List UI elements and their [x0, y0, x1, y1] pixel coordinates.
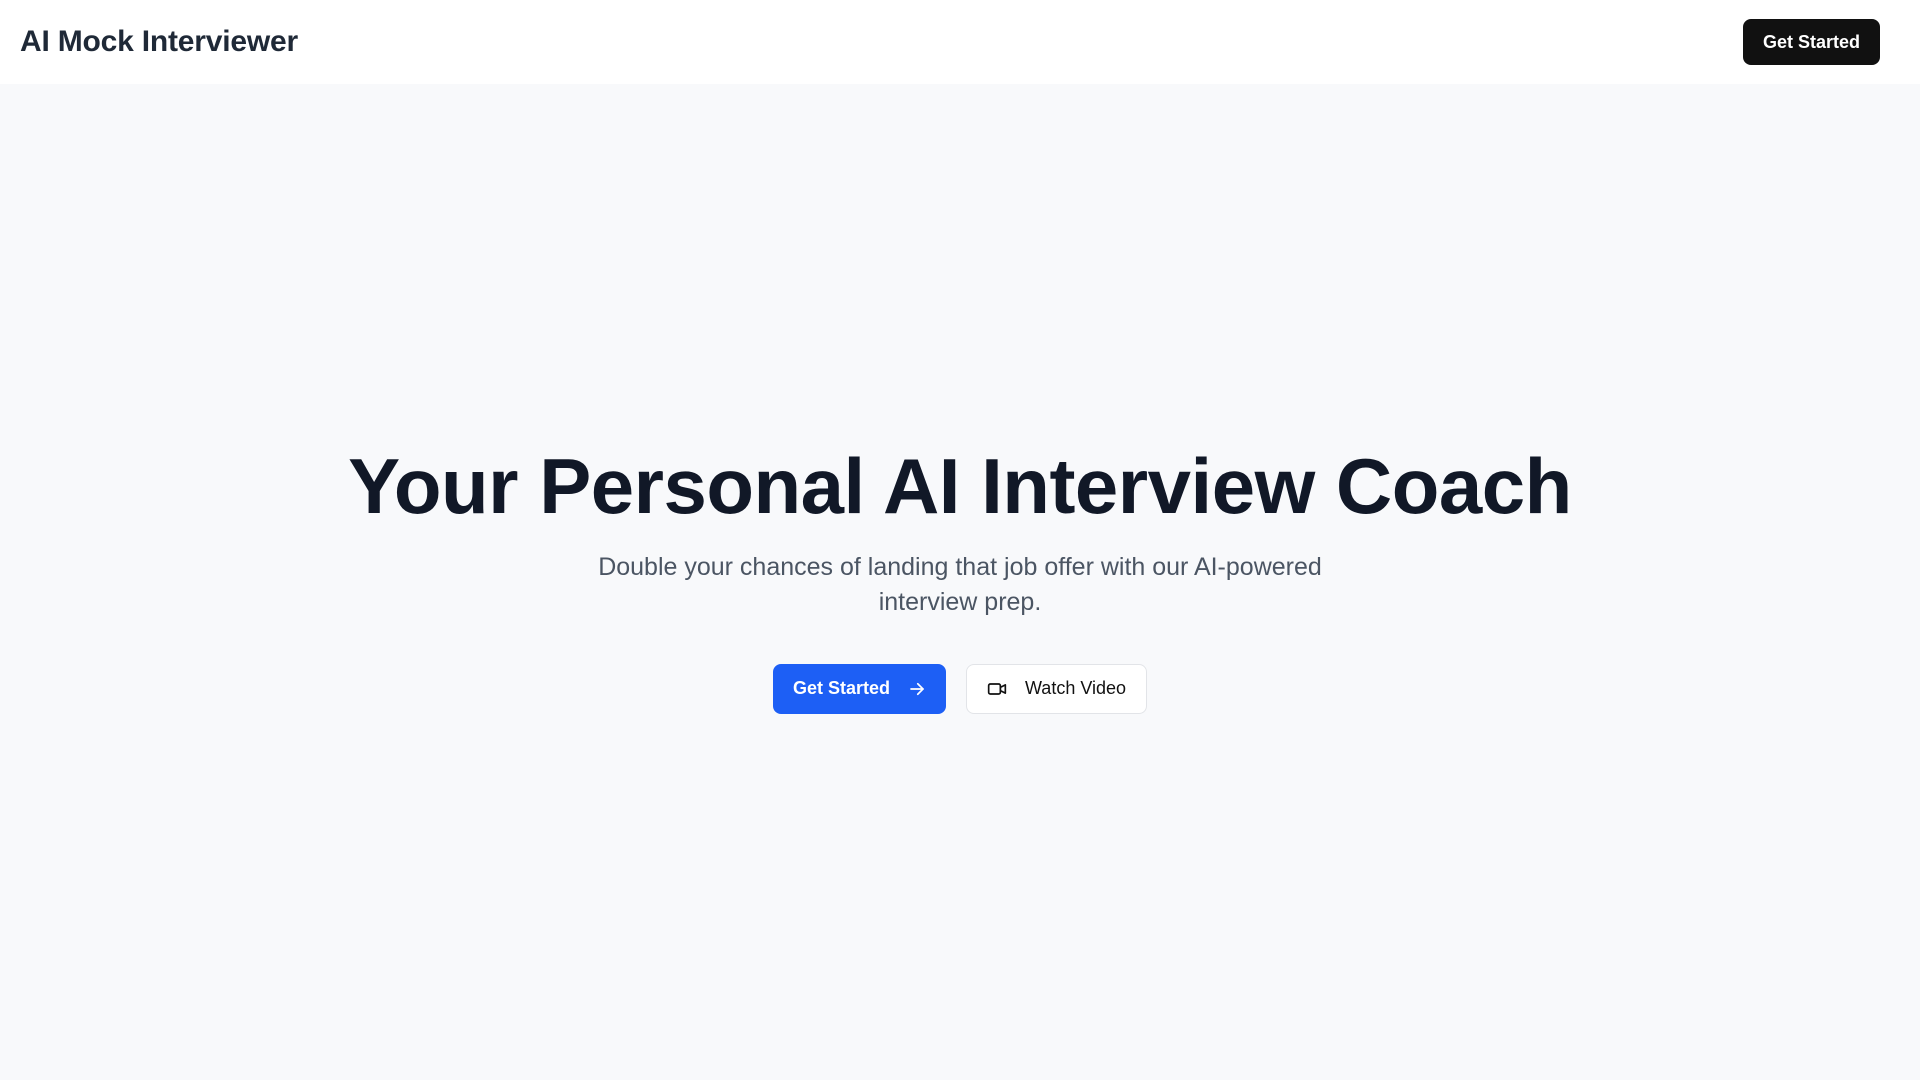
watch-video-button[interactable]: Watch Video: [965, 663, 1148, 714]
hero-actions: Get Started Watch Video: [772, 663, 1148, 714]
hero-subtitle: Double your chances of landing that job …: [598, 552, 1322, 616]
hero-section: Your Personal AI Interview Coach Double …: [0, 84, 1920, 1080]
watch-video-label: Watch Video: [1024, 678, 1127, 699]
get-started-button[interactable]: Get Started: [772, 663, 946, 714]
video-icon: [987, 679, 1007, 699]
hero-title: Your Personal AI Interview Coach: [348, 442, 1572, 530]
header-get-started-button[interactable]: Get Started: [1742, 19, 1880, 65]
brand-logo-text[interactable]: AI Mock Interviewer: [20, 25, 298, 59]
get-started-label: Get Started: [792, 678, 890, 699]
site-header: AI Mock Interviewer Get Started: [0, 0, 1920, 84]
arrow-right-icon: [908, 680, 926, 698]
